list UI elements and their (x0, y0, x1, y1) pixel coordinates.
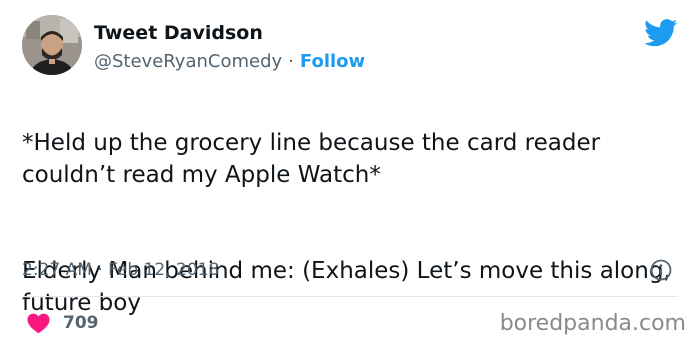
author-handle[interactable]: @SteveRyanComedy (94, 51, 282, 72)
heart-icon[interactable] (26, 312, 51, 334)
author-name[interactable]: Tweet Davidson (94, 21, 263, 45)
author-avatar[interactable] (22, 15, 82, 75)
like-count[interactable]: 709 (63, 312, 99, 334)
divider (22, 296, 678, 297)
tweet-timestamp[interactable]: 2:27 AM · Feb 12, 2018 (22, 259, 219, 281)
source-watermark: boredpanda.com (499, 311, 686, 336)
info-icon[interactable] (650, 259, 672, 281)
author-handle-row: @SteveRyanComedy · Follow (94, 50, 365, 74)
follow-button[interactable]: Follow (300, 51, 365, 72)
tweet-card: Tweet Davidson @SteveRyanComedy · Follow *… (0, 0, 700, 349)
twitter-bird-icon[interactable] (644, 19, 678, 47)
tweet-paragraph: *Held up the grocery line because the ca… (22, 130, 601, 188)
handle-separator: · (288, 51, 294, 72)
avatar-photo (22, 15, 82, 75)
